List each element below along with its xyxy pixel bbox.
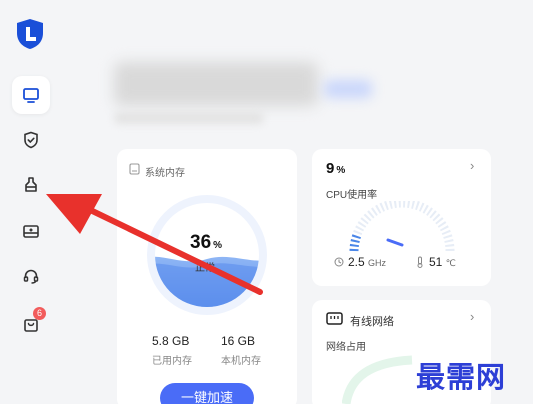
watermark: 最需网 bbox=[416, 360, 507, 394]
cpu-dial bbox=[349, 201, 455, 252]
toolbox-icon bbox=[23, 225, 39, 238]
sidebar-item-security[interactable] bbox=[12, 121, 50, 159]
memory-total-label: 本机内存 bbox=[221, 356, 261, 367]
memory-title: 系统内存 bbox=[145, 168, 185, 179]
cpu-card[interactable]: 9% › CPU使用率 2.5 GHz 51 ℃ bbox=[312, 149, 491, 286]
blurred-tag bbox=[324, 80, 372, 98]
cpu-frequency-unit: GHz bbox=[368, 258, 387, 268]
sidebar-item-overview[interactable] bbox=[12, 76, 50, 114]
cpu-percent: 9% bbox=[326, 160, 345, 177]
cpu-temperature-value: 51 bbox=[429, 255, 443, 269]
blurred-subtitle bbox=[114, 112, 264, 124]
broom-clean-icon bbox=[25, 177, 37, 192]
ethernet-icon bbox=[326, 312, 343, 325]
thermometer-icon bbox=[417, 256, 423, 268]
sidebar-item-store[interactable]: 6 bbox=[12, 305, 50, 343]
network-chevron-right-icon[interactable]: › bbox=[470, 309, 474, 324]
cpu-temperature: 51 ℃ bbox=[429, 255, 456, 269]
cpu-chevron-right-icon[interactable]: › bbox=[470, 158, 474, 173]
memory-total-value: 16 GB bbox=[221, 334, 256, 348]
cpu-frequency: 2.5 GHz bbox=[348, 255, 386, 269]
shield-logo-icon bbox=[17, 19, 43, 49]
memory-used-value: 5.8 GB bbox=[152, 334, 190, 348]
red-pointer-arrow bbox=[46, 194, 263, 295]
headset-icon bbox=[23, 269, 39, 284]
notification-badge: 6 bbox=[33, 307, 46, 320]
memory-chip-icon bbox=[129, 163, 140, 175]
cpu-temperature-unit: ℃ bbox=[445, 258, 456, 268]
cpu-frequency-value: 2.5 bbox=[348, 255, 365, 269]
cpu-percent-value: 9 bbox=[326, 160, 335, 177]
network-title: 有线网络 bbox=[350, 316, 394, 328]
blurred-title bbox=[114, 62, 318, 106]
shield-check-icon bbox=[24, 131, 38, 149]
memory-used-label: 已用内存 bbox=[152, 356, 192, 367]
monitor-icon bbox=[23, 88, 39, 103]
clock-icon bbox=[334, 257, 344, 267]
cpu-label: CPU使用率 bbox=[326, 190, 378, 201]
cpu-percent-unit: % bbox=[336, 165, 346, 176]
speed-up-button[interactable]: 一键加速 bbox=[160, 383, 254, 404]
network-label: 网络占用 bbox=[326, 342, 366, 353]
